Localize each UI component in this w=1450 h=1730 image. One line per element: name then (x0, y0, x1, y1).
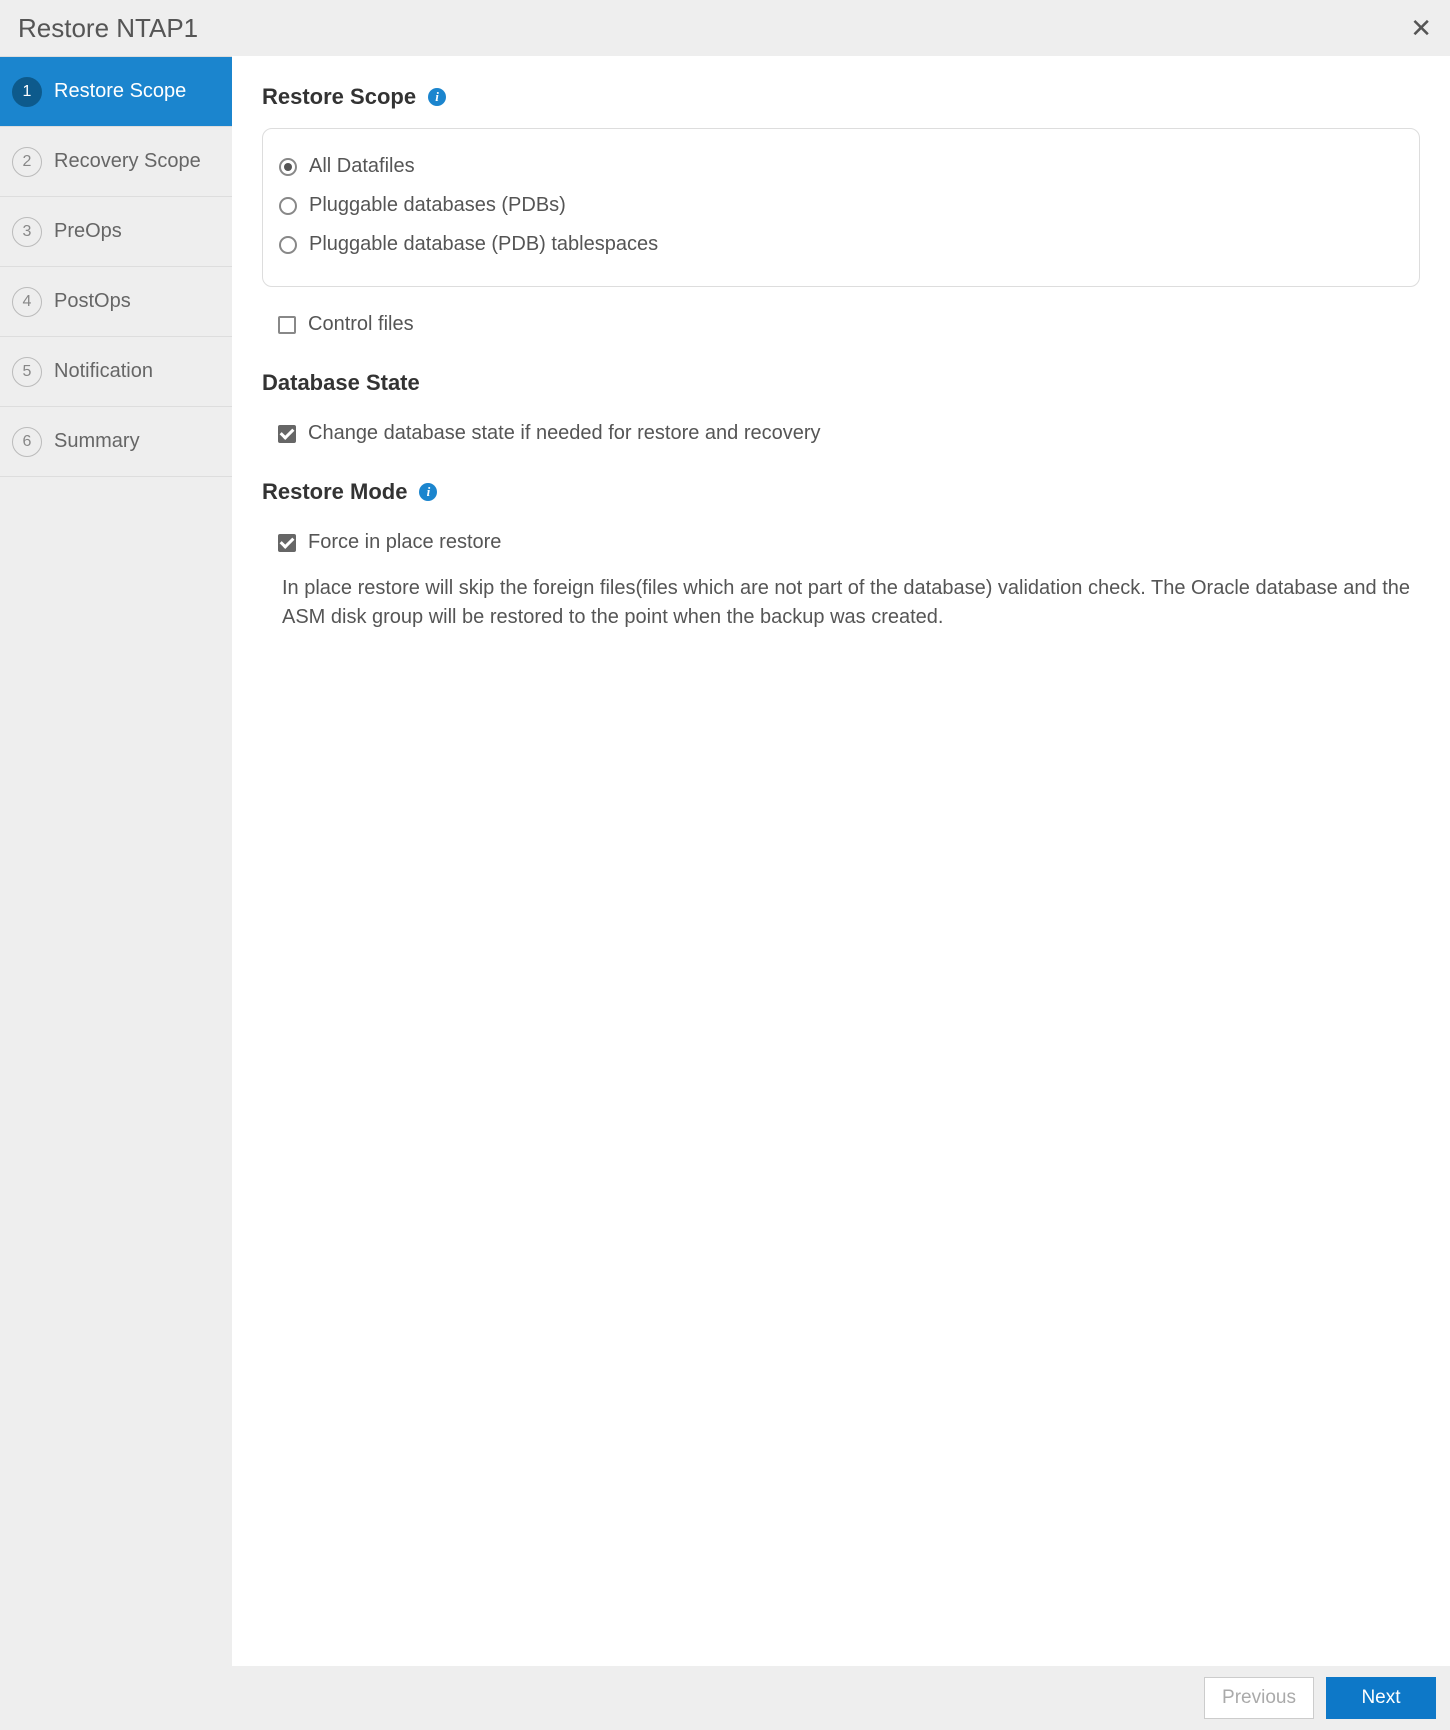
checkbox-label: Change database state if needed for rest… (308, 422, 821, 445)
step-restore-scope[interactable]: 1 Restore Scope (0, 57, 232, 127)
radio-all-datafiles[interactable] (279, 158, 297, 176)
section-title-text: Restore Mode (262, 479, 407, 505)
dialog-title: Restore NTAP1 (18, 13, 198, 44)
wizard-main: Restore Scope i All Datafiles Pluggable … (232, 56, 1450, 1666)
section-title-restore-scope: Restore Scope i (262, 84, 1420, 110)
step-label: Recovery Scope (54, 150, 201, 173)
wizard-sidebar: 1 Restore Scope 2 Recovery Scope 3 PreOp… (0, 56, 232, 1666)
checkbox-control-files[interactable] (278, 316, 296, 334)
step-label: Restore Scope (54, 80, 186, 103)
radio-pdb-tablespaces[interactable] (279, 236, 297, 254)
radio-all-datafiles-row[interactable]: All Datafiles (279, 147, 1403, 186)
checkbox-force-in-place[interactable] (278, 534, 296, 552)
step-label: Summary (54, 430, 140, 453)
radio-pdbs[interactable] (279, 197, 297, 215)
dialog-header: Restore NTAP1 ✕ (0, 0, 1450, 56)
step-number: 1 (12, 77, 42, 107)
step-label: PreOps (54, 220, 122, 243)
section-title-text: Database State (262, 370, 420, 396)
restore-scope-box: All Datafiles Pluggable databases (PDBs)… (262, 128, 1420, 287)
radio-pdbs-row[interactable]: Pluggable databases (PDBs) (279, 186, 1403, 225)
step-number: 6 (12, 427, 42, 457)
step-number: 3 (12, 217, 42, 247)
step-number: 5 (12, 357, 42, 387)
radio-label: All Datafiles (309, 155, 415, 178)
step-notification[interactable]: 5 Notification (0, 337, 232, 407)
dialog-footer: Previous Next (0, 1666, 1450, 1730)
checkbox-change-state[interactable] (278, 425, 296, 443)
step-label: PostOps (54, 290, 131, 313)
checkbox-change-state-row[interactable]: Change database state if needed for rest… (262, 414, 1420, 453)
radio-label: Pluggable database (PDB) tablespaces (309, 233, 658, 256)
section-title-text: Restore Scope (262, 84, 416, 110)
step-recovery-scope[interactable]: 2 Recovery Scope (0, 127, 232, 197)
info-icon[interactable]: i (428, 88, 446, 106)
checkbox-control-files-row[interactable]: Control files (262, 305, 1420, 344)
step-preops[interactable]: 3 PreOps (0, 197, 232, 267)
section-title-database-state: Database State (262, 370, 1420, 396)
section-title-restore-mode: Restore Mode i (262, 479, 1420, 505)
step-number: 4 (12, 287, 42, 317)
next-button[interactable]: Next (1326, 1677, 1436, 1719)
close-icon[interactable]: ✕ (1410, 15, 1432, 41)
radio-pdb-tablespaces-row[interactable]: Pluggable database (PDB) tablespaces (279, 225, 1403, 264)
step-summary[interactable]: 6 Summary (0, 407, 232, 477)
previous-button: Previous (1204, 1677, 1314, 1719)
info-icon[interactable]: i (419, 483, 437, 501)
step-number: 2 (12, 147, 42, 177)
checkbox-label: Control files (308, 313, 414, 336)
restore-mode-description: In place restore will skip the foreign f… (262, 562, 1420, 632)
checkbox-force-in-place-row[interactable]: Force in place restore (262, 523, 1420, 562)
radio-label: Pluggable databases (PDBs) (309, 194, 566, 217)
checkbox-label: Force in place restore (308, 531, 501, 554)
step-postops[interactable]: 4 PostOps (0, 267, 232, 337)
dialog-body: 1 Restore Scope 2 Recovery Scope 3 PreOp… (0, 56, 1450, 1666)
step-label: Notification (54, 360, 153, 383)
